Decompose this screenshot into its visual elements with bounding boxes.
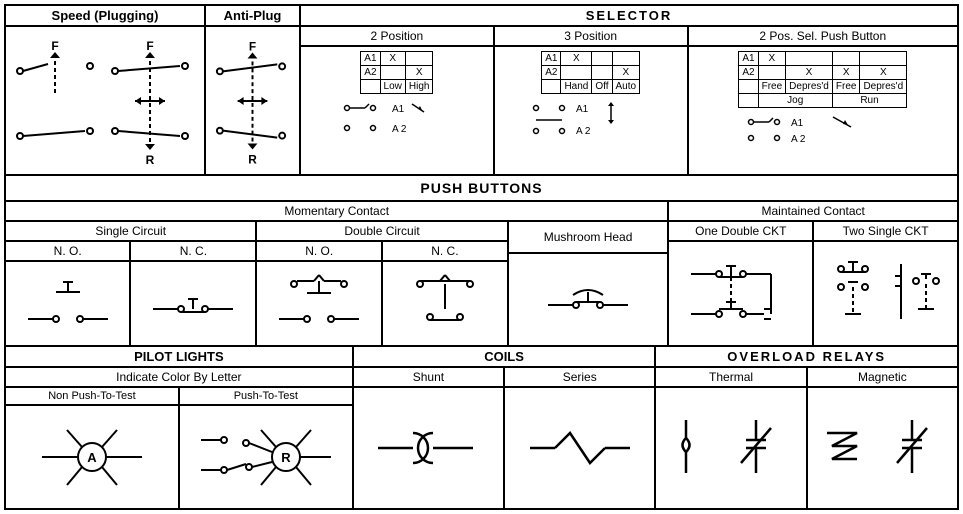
push-test-symbol: R	[180, 406, 352, 508]
shunt-symbol	[354, 388, 503, 508]
single-nc-header: N. C.	[131, 242, 255, 262]
thermal-symbol	[656, 388, 805, 508]
svg-text:A 2: A 2	[576, 126, 591, 137]
mushroom-symbol	[509, 254, 668, 345]
svg-text:A 2: A 2	[392, 124, 407, 135]
single-nc-symbol	[131, 262, 255, 345]
svg-text:A1: A1	[791, 118, 804, 129]
momentary-header: Momentary Contact	[6, 202, 667, 222]
pb2-content: A1X A2XXX FreeDepres'dFreeDepres'd JogRu…	[689, 47, 957, 151]
single-circuit-header: Single Circuit	[6, 222, 255, 242]
svg-text:A: A	[87, 450, 97, 465]
svg-text:R: R	[146, 153, 155, 166]
anti-plug-symbol: F R	[206, 27, 299, 174]
two-single-header: Two Single CKT	[814, 222, 957, 242]
single-no-symbol	[6, 262, 129, 345]
non-push-symbol: A	[6, 406, 178, 508]
shunt-header: Shunt	[354, 368, 503, 388]
series-header: Series	[505, 368, 654, 388]
coils-header: COILS	[354, 347, 655, 368]
svg-text:F: F	[51, 39, 58, 53]
pilot-lights-header: PILOT LIGHTS	[6, 347, 352, 368]
maintained-header: Maintained Contact	[669, 202, 957, 222]
double-no-header: N. O.	[257, 242, 381, 262]
overload-header: OVERLOAD RELAYS	[656, 347, 957, 368]
pos2-header: 2 Position	[301, 27, 493, 47]
double-circuit-header: Double Circuit	[257, 222, 506, 242]
speed-plugging-header: Speed (Plugging)	[6, 6, 204, 27]
push-test-header: Push-To-Test	[180, 388, 352, 406]
svg-text:F: F	[146, 39, 153, 53]
svg-text:A1: A1	[576, 104, 589, 115]
svg-text:R: R	[248, 152, 257, 166]
svg-text:A 2: A 2	[791, 134, 806, 145]
magnetic-header: Magnetic	[808, 368, 957, 388]
mushroom-header: Mushroom Head	[509, 222, 668, 254]
single-no-header: N. O.	[6, 242, 129, 262]
double-nc-header: N. C.	[383, 242, 507, 262]
one-double-header: One Double CKT	[669, 222, 812, 242]
thermal-header: Thermal	[656, 368, 805, 388]
series-symbol	[505, 388, 654, 508]
anti-plug-header: Anti-Plug	[206, 6, 299, 27]
pos2-content: A1X A2X LowHigh A1 A 2	[301, 47, 493, 142]
svg-text:F: F	[249, 39, 256, 53]
pos3-content: A1X A2X HandOffAuto A1 A 2	[495, 47, 687, 142]
one-double-symbol	[669, 242, 812, 345]
electrical-symbols-chart: Speed (Plugging) F F	[4, 4, 959, 510]
selector-header: SELECTOR	[301, 6, 957, 27]
pos3-header: 3 Position	[495, 27, 687, 47]
push-buttons-header: PUSH BUTTONS	[6, 176, 957, 200]
svg-text:R: R	[281, 450, 291, 465]
two-single-symbol	[814, 242, 957, 345]
double-no-symbol	[257, 262, 381, 345]
magnetic-symbol	[808, 388, 957, 508]
double-nc-symbol	[383, 262, 507, 345]
svg-text:A1: A1	[392, 104, 405, 115]
speed-plugging-symbol: F F R	[6, 27, 204, 174]
pb2-header: 2 Pos. Sel. Push Button	[689, 27, 957, 47]
indicate-color-header: Indicate Color By Letter	[6, 368, 352, 388]
non-push-header: Non Push-To-Test	[6, 388, 178, 406]
